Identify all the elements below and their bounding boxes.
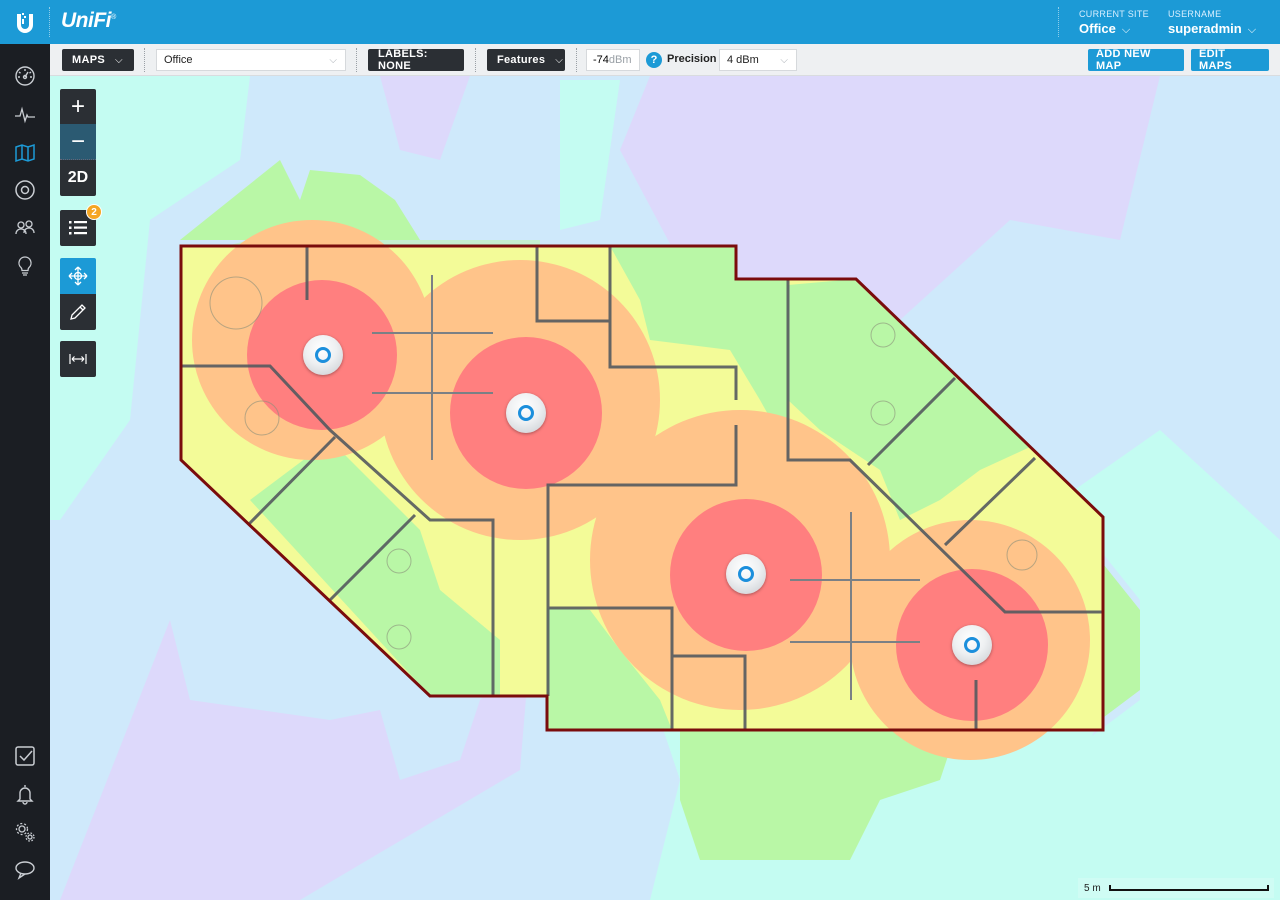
ap-status-ring-icon (518, 405, 534, 421)
maps-label: MAPS (72, 54, 105, 66)
measure-tool-button[interactable] (60, 341, 96, 377)
sidebar-item-map[interactable] (13, 141, 37, 165)
username-value: superadmin (1168, 21, 1242, 36)
toolbar-divider (576, 48, 577, 72)
header-divider (1058, 7, 1059, 37)
sidebar-item-tasks[interactable] (13, 744, 37, 768)
access-point-marker[interactable] (726, 554, 766, 594)
unifi-logo: UniFi® (61, 9, 116, 32)
current-site-value: Office (1079, 21, 1116, 36)
username-label: USERNAME (1168, 9, 1222, 19)
map-scale: 5 m (1078, 878, 1274, 898)
toolbar-divider (144, 48, 145, 72)
chevron-down-icon: ⌵ (114, 54, 123, 66)
map-icon (15, 143, 35, 163)
access-point-marker[interactable] (506, 393, 546, 433)
sidebar-item-chat[interactable] (13, 858, 37, 882)
features-label: Features (497, 54, 546, 66)
draw-tool-button[interactable] (60, 294, 96, 330)
device-icon (15, 180, 35, 200)
precision-label: Precision (667, 53, 717, 65)
sidebar-item-dashboard[interactable] (13, 64, 37, 88)
chevron-down-icon: ⌵ (780, 54, 788, 66)
move-tool-button[interactable] (60, 258, 96, 294)
notification-badge: 2 (86, 204, 102, 220)
gears-icon (15, 822, 35, 842)
map-select[interactable]: Office ⌵ (156, 49, 346, 71)
view-mode-2d-button[interactable]: 2D (60, 160, 96, 196)
lightbulb-icon (18, 256, 32, 276)
sidebar-item-devices[interactable] (13, 178, 37, 202)
access-point-marker[interactable] (952, 625, 992, 665)
precision-value: 4 dBm (727, 54, 759, 66)
toolbar-divider (356, 48, 357, 72)
maps-menu-button[interactable]: MAPS ⌵ (62, 49, 134, 71)
sidebar-item-clients[interactable] (13, 216, 37, 240)
chevron-down-icon: ⌵ (1121, 24, 1131, 36)
heatmap-layer (50, 76, 1280, 900)
precision-select[interactable]: 4 dBm ⌵ (719, 49, 797, 71)
map-toolbar: MAPS ⌵ Office ⌵ LABELS: NONE Features ⌵ -74… (50, 44, 1280, 76)
current-site-label: CURRENT SITE (1079, 9, 1149, 19)
toolbar-divider (475, 48, 476, 72)
add-new-map-button[interactable]: ADD NEW MAP (1088, 48, 1184, 72)
map-select-value: Office (164, 54, 193, 66)
chat-icon (15, 861, 35, 880)
edit-maps-button[interactable]: EDIT MAPS (1191, 48, 1269, 72)
ap-status-ring-icon (315, 347, 331, 363)
pulse-icon (15, 106, 35, 124)
labels-button[interactable]: LABELS: NONE (368, 48, 464, 72)
signal-threshold-input[interactable]: -74 dBm (586, 49, 640, 71)
chevron-down-icon: ⌵ (1247, 24, 1257, 36)
scale-bar (1108, 885, 1269, 891)
sidebar-item-statistics[interactable] (13, 103, 37, 127)
bell-icon (16, 785, 34, 805)
checkbox-icon (15, 746, 35, 766)
sidebar (0, 44, 50, 900)
ap-status-ring-icon (964, 637, 980, 653)
heatmap-canvas[interactable] (50, 76, 1280, 900)
sidebar-item-alerts[interactable] (13, 782, 37, 806)
signal-unit: dBm (608, 54, 632, 66)
scale-label: 5 m (1084, 882, 1101, 894)
move-icon (68, 266, 88, 286)
username-selector[interactable]: USERNAME superadmin ⌵ (1168, 9, 1256, 37)
sidebar-item-insights[interactable] (13, 254, 37, 278)
measure-icon (69, 354, 87, 364)
users-icon (15, 220, 35, 235)
dashboard-icon (15, 66, 35, 86)
signal-value: -74 (593, 54, 609, 66)
access-point-marker[interactable] (303, 335, 343, 375)
current-site-selector[interactable]: CURRENT SITE Office ⌵ (1079, 9, 1149, 37)
logo-divider (49, 7, 50, 37)
chevron-down-icon: ⌵ (329, 54, 337, 66)
ap-status-ring-icon (738, 566, 754, 582)
top-bar: UniFi® CURRENT SITE Office ⌵ USERNAME sup… (0, 0, 1280, 44)
chevron-down-icon: ⌵ (555, 54, 564, 66)
help-icon[interactable]: ? (646, 52, 662, 68)
zoom-out-button[interactable]: − (60, 124, 96, 160)
sidebar-item-settings[interactable] (13, 820, 37, 844)
pencil-icon (70, 304, 86, 320)
features-button[interactable]: Features ⌵ (487, 49, 565, 71)
zoom-in-button[interactable]: + (60, 89, 96, 124)
ubiquiti-logo-icon[interactable] (12, 10, 38, 36)
list-icon (69, 221, 87, 235)
